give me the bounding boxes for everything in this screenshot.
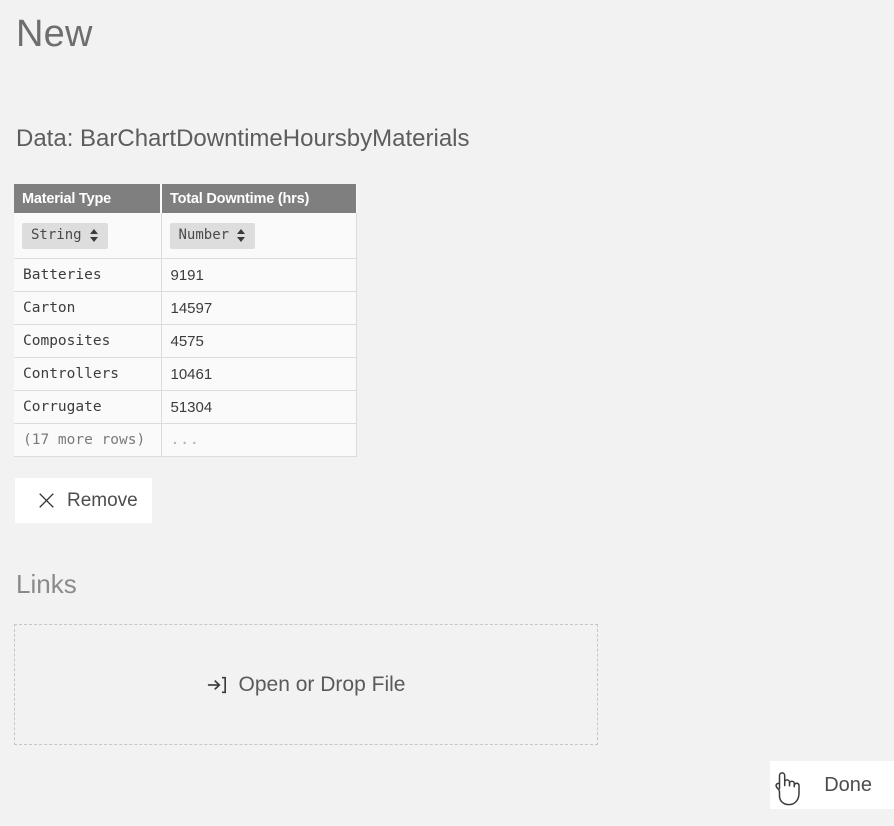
open-or-drop-file-zone[interactable]: Open or Drop File — [14, 624, 598, 745]
more-rows-label: (17 more rows) — [14, 423, 162, 457]
column-header-total-downtime: Total Downtime (hrs) — [161, 184, 356, 213]
type-selector-number-label: Number — [178, 226, 230, 243]
table-header: Material Type Total Downtime (hrs) — [14, 184, 356, 213]
table-row: Corrugate 51304 — [14, 390, 357, 424]
remove-button[interactable]: Remove — [15, 478, 152, 523]
table-row: Carton 14597 — [14, 291, 357, 325]
done-button[interactable]: Done — [770, 761, 894, 809]
table-row: Batteries 9191 — [14, 258, 357, 292]
table-row: Composites 4575 — [14, 324, 357, 358]
cell-downtime: 14597 — [161, 291, 357, 325]
column-type-row: String Number — [14, 213, 357, 259]
table-body: String Number Batteries 9191 Carton 1459… — [14, 213, 357, 457]
type-selector-number[interactable]: Number — [169, 222, 256, 249]
table-row-more: (17 more rows) ... — [14, 423, 357, 457]
links-section-title: Links — [16, 569, 77, 599]
import-arrow-icon — [207, 675, 227, 695]
up-down-arrows-icon — [237, 228, 246, 243]
done-button-label: Done — [824, 774, 872, 796]
column-type-cell-material-type: String — [14, 213, 162, 259]
up-down-arrows-icon — [89, 228, 99, 243]
cell-downtime: 10461 — [161, 357, 357, 391]
more-rows-value: ... — [161, 423, 357, 457]
type-selector-string-label: String — [31, 226, 82, 243]
cell-material: Batteries — [14, 258, 162, 292]
cell-downtime: 51304 — [161, 390, 357, 424]
cell-downtime: 9191 — [161, 258, 357, 292]
data-source-label: Data: BarChartDowntimeHoursbyMaterials — [16, 125, 470, 152]
data-preview-table: Material Type Total Downtime (hrs) Strin… — [14, 184, 357, 457]
table-row: Controllers 10461 — [14, 357, 357, 391]
cell-downtime: 4575 — [161, 324, 357, 358]
page-title: New — [16, 13, 93, 55]
cell-material: Composites — [14, 324, 162, 358]
column-type-cell-total-downtime: Number — [161, 213, 357, 259]
type-selector-string[interactable]: String — [22, 222, 108, 249]
remove-button-label: Remove — [67, 489, 138, 511]
cell-material: Carton — [14, 291, 162, 325]
table-header-row: Material Type Total Downtime (hrs) — [14, 184, 356, 213]
open-or-drop-file-label: Open or Drop File — [238, 672, 406, 696]
column-header-material-type: Material Type — [14, 184, 162, 213]
cell-material: Controllers — [14, 357, 162, 391]
close-x-icon — [38, 492, 55, 509]
cell-material: Corrugate — [14, 390, 162, 424]
